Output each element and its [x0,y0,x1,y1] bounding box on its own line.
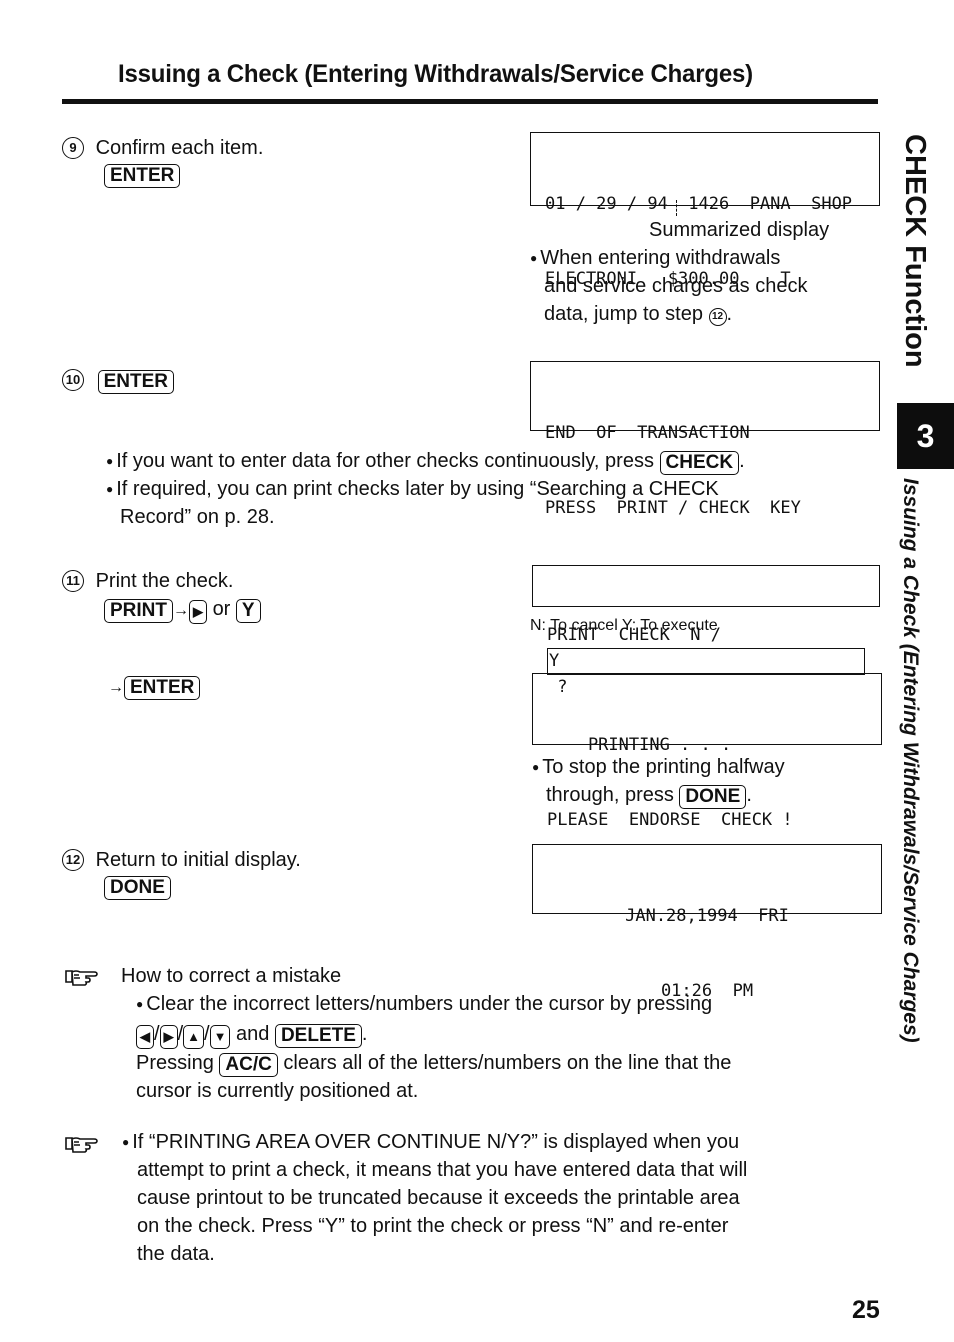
step-11: 11 Print the check. [62,567,233,595]
note-jump: When entering withdrawals and service ch… [530,244,807,328]
enter-key[interactable]: ENTER [124,676,201,700]
up-arrow-key[interactable]: ▲ [183,1025,204,1049]
note-print-later: If required, you can print checks later … [106,475,719,531]
cursor-box: Y [547,648,865,675]
arrow-icon: → [173,602,189,619]
lcd-line: PLEASE ENDORSE CHECK ! [547,810,793,830]
lcd-summarized-display: 01 / 29 / 94 1426 PANA SHOP ELECTRONI $3… [530,132,880,289]
display-caption: Summarized display [649,219,830,241]
arrow-icon: → [108,679,124,696]
note-continue: If you want to enter data for other chec… [106,447,745,475]
enter-key[interactable]: ENTER [104,164,181,188]
done-key[interactable]: DONE [679,785,747,809]
left-arrow-key[interactable]: ◀ [136,1025,154,1049]
note-line: and service charges as check [544,275,808,297]
step-instruction: Print the check. [95,570,234,592]
step-number-badge: 11 [62,570,84,592]
title-rule [62,99,878,104]
done-key[interactable]: DONE [104,876,171,900]
lcd-print-check-prompt: PRINT CHECK N / Y ? [532,565,880,697]
page-number: 25 [852,1296,880,1324]
page-title: Issuing a Check (Entering Withdrawals/Se… [118,60,753,88]
chapter-number-tab: 3 [897,403,954,469]
ac-c-key[interactable]: AC/C [219,1053,278,1077]
step-9: 9 Confirm each item. [62,134,263,162]
print-key-sequence: PRINT → ▶ or Y [104,595,261,625]
step-12: 12 Return to initial display. [62,846,301,874]
down-arrow-key[interactable]: ▼ [209,1025,231,1049]
pointing-hand-icon [65,1137,98,1153]
step-instruction: Return to initial display. [95,849,301,871]
tip-printing-area: If “PRINTING AREA OVER CONTINUE N/Y?” is… [122,1128,747,1268]
subsection-label-text: Issuing a Check (Entering Withdrawals/Se… [899,478,922,1043]
note-line: When entering withdrawals [530,244,807,272]
section-side-label: CHECK Function [898,134,938,394]
step-number-badge: 10 [62,369,84,391]
pointing-hand-icon [65,970,98,986]
print-key[interactable]: PRINT [104,599,173,623]
lcd-end-of-transaction: END OF TRANSACTION PRESS PRINT / CHECK K… [530,361,880,518]
tip-correct-body: Clear the incorrect letters/numbers unde… [136,990,731,1105]
lcd-printing: PRINTING . . . PLEASE ENDORSE CHECK ! [532,673,882,830]
check-key[interactable]: CHECK [659,451,740,475]
step-number-badge: 9 [62,137,84,159]
lcd-initial-display: JAN.28,1994 FRI 01:26 PM [532,844,882,1001]
prompt-caption: N: To cancel Y: To execute [530,617,718,634]
lcd-line: 01 / 29 / 94 1426 PANA SHOP [545,194,853,214]
y-key[interactable]: Y [235,599,261,623]
caption-pointer [676,200,677,216]
note-stop-printing: To stop the printing halfway through, pr… [532,753,785,809]
right-arrow-key[interactable]: ▶ [189,600,207,624]
delete-key[interactable]: DELETE [274,1024,362,1048]
lcd-line: END OF TRANSACTION [545,423,750,443]
subsection-side-label: Issuing a Check (Entering Withdrawals/Se… [898,478,938,1108]
step-number-badge: 12 [62,849,84,871]
step-10: 10 ENTER [62,366,174,394]
enter-key[interactable]: ENTER [97,370,174,394]
lcd-line: JAN.28,1994 FRI [625,906,789,926]
tip-correct-heading: How to correct a mistake [121,965,342,987]
right-arrow-key[interactable]: ▶ [159,1025,178,1049]
note-line-with-ref: data, jump to step 12. [544,303,733,326]
step-instruction: Confirm each item. [95,137,264,159]
enter-sequence: → ENTER [108,672,201,702]
step-ref-badge: 12 [708,308,727,326]
section-label-text: CHECK Function [899,134,931,368]
